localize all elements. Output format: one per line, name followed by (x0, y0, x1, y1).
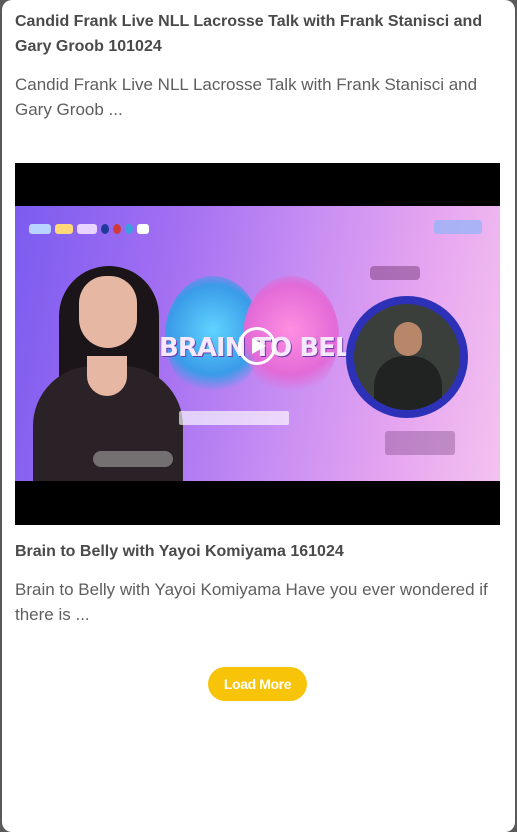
post-title[interactable]: Brain to Belly with Yayoi Komiyama 16102… (15, 539, 503, 564)
sponsor-logos (29, 224, 149, 234)
load-more-button[interactable]: Load More (208, 667, 307, 701)
posts-panel: Candid Frank Live NLL Lacrosse Talk with… (2, 0, 515, 832)
post-card: Brain to Belly with Yayoi Komiyama 16102… (15, 539, 503, 627)
thumbnail-subtitle (179, 411, 289, 425)
host-signature (93, 451, 173, 467)
play-circle-icon[interactable] (238, 327, 276, 365)
guest-label (370, 266, 420, 280)
channel-tag (434, 220, 482, 234)
post-excerpt: Brain to Belly with Yayoi Komiyama Have … (15, 580, 488, 624)
post-excerpt: Candid Frank Live NLL Lacrosse Talk with… (15, 75, 478, 119)
guest-caption (385, 431, 455, 455)
post-title[interactable]: Candid Frank Live NLL Lacrosse Talk with… (15, 9, 503, 59)
guest-photo (346, 296, 468, 418)
post-card: Candid Frank Live NLL Lacrosse Talk with… (15, 9, 503, 122)
video-player[interactable]: BRAIN TO BELLY (15, 163, 500, 525)
